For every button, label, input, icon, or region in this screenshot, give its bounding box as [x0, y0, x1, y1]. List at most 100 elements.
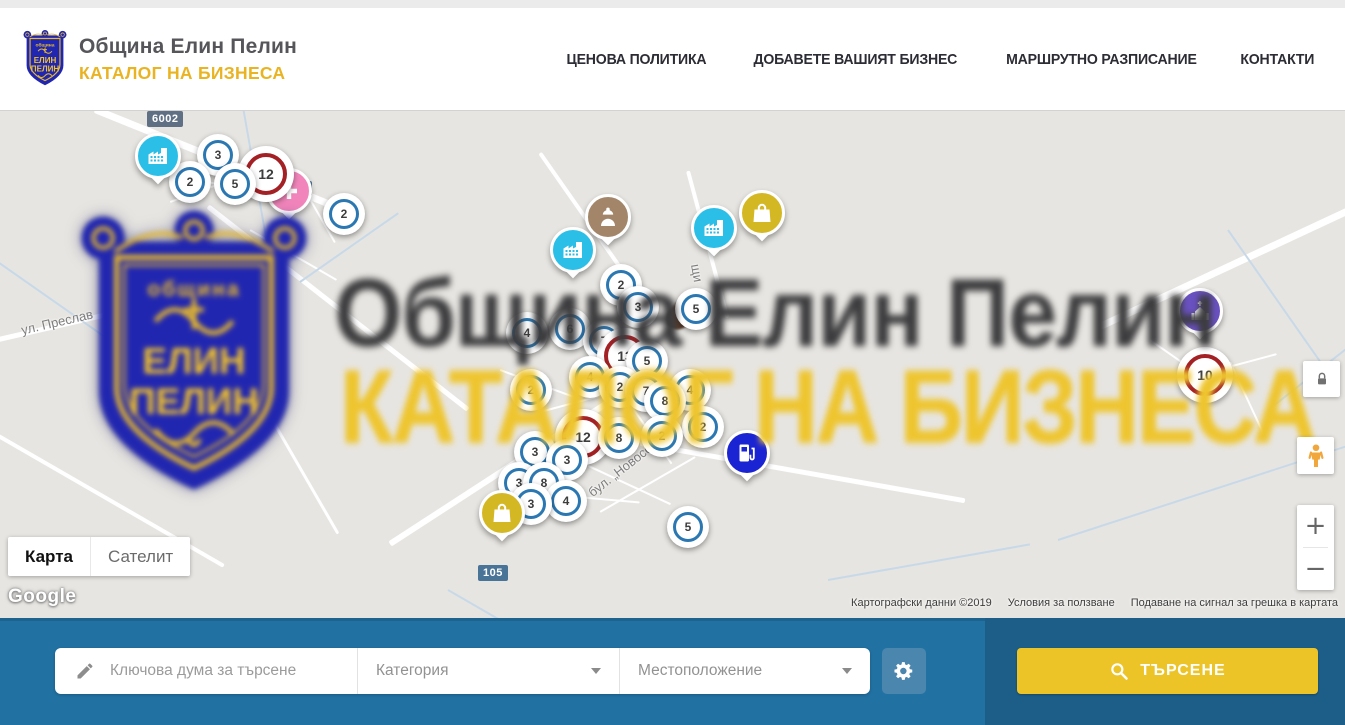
cluster-count: 6 — [555, 314, 585, 344]
cluster-marker[interactable]: 2 — [641, 415, 683, 457]
svg-text:община: община — [35, 42, 54, 49]
cluster-marker[interactable]: 10 — [1177, 347, 1233, 403]
lock-button[interactable] — [1303, 361, 1340, 397]
cluster-count: 5 — [673, 512, 703, 542]
stream-line — [1227, 229, 1335, 382]
brand-logo[interactable]: община ЕЛИН ПЕЛИН Община Елин Пелин КАТА… — [22, 28, 297, 90]
road-number-badge: 105 — [478, 565, 508, 581]
location-value: Местоположение — [638, 662, 762, 680]
keyword-field[interactable] — [55, 648, 358, 694]
cluster-marker[interactable]: 2 — [510, 369, 552, 411]
poi-marker-factory[interactable] — [550, 227, 596, 287]
svg-text:ЕЛИН: ЕЛИН — [142, 340, 245, 381]
shopping-bag-icon — [739, 190, 785, 236]
road-line — [237, 360, 340, 535]
poi-marker-factory[interactable] — [691, 205, 737, 265]
factory-icon — [550, 227, 596, 273]
search-button-label: ТЪРСЕНЕ — [1140, 662, 1225, 680]
cluster-marker[interactable]: 5 — [675, 288, 717, 330]
watermark-subtitle: КАТАЛОГ НА БИЗНЕСА — [340, 347, 1315, 467]
cluster-count: 2 — [688, 412, 718, 442]
cluster-marker[interactable]: 8 — [598, 417, 640, 459]
svg-text:ПЕЛИН: ПЕЛИН — [129, 381, 259, 422]
cluster-count: 3 — [623, 292, 653, 322]
keyword-input[interactable] — [108, 661, 357, 681]
page: община ЕЛИН ПЕЛИН Община Елин Пелин КАТА… — [0, 0, 1345, 725]
search-button[interactable]: ТЪРСЕНЕ — [1017, 648, 1318, 694]
road-line — [640, 441, 966, 503]
attribution-data: Картографски данни ©2019 — [851, 597, 992, 609]
watermark-emblem: община ЕЛИН ПЕЛИН — [78, 211, 310, 503]
fuel-pump-icon — [724, 430, 770, 476]
street-label: щи — [688, 263, 706, 283]
google-logo[interactable]: Google — [8, 586, 76, 608]
shopping-bag-icon — [479, 490, 525, 536]
search-icon — [1109, 661, 1129, 681]
cluster-count: 10 — [1184, 354, 1226, 396]
stream-line — [828, 543, 1030, 581]
pegman-icon — [1305, 443, 1327, 469]
settings-button[interactable] — [882, 648, 926, 694]
cluster-count: 5 — [681, 294, 711, 324]
poi-marker-fuel-pump[interactable] — [724, 430, 770, 490]
cluster-count: 5 — [220, 169, 250, 199]
cluster-count: 2 — [329, 199, 359, 229]
poi-marker-shopping-bag[interactable] — [479, 490, 525, 550]
road-line — [1229, 362, 1265, 435]
road-line — [0, 283, 234, 344]
cluster-count: 2 — [516, 375, 546, 405]
nav-item-route-schedule[interactable]: МАРШРУТНО РАЗПИСАНИЕ — [1006, 51, 1197, 68]
cluster-count: 4 — [512, 318, 542, 348]
watermark-title: Община Елин Пелин — [334, 257, 1216, 369]
cluster-count: 8 — [650, 386, 680, 416]
map-type-button-satellite[interactable]: Сателит — [90, 537, 190, 576]
nav-item-contacts[interactable]: КОНТАКТИ — [1241, 51, 1315, 68]
church-icon — [1177, 288, 1223, 334]
attribution-terms-link[interactable]: Условия за ползване — [1008, 597, 1115, 609]
zoom-control: + − — [1297, 505, 1334, 590]
location-select[interactable]: Местоположение — [620, 648, 870, 694]
cluster-count: 4 — [551, 486, 581, 516]
map-type-button-map[interactable]: Карта — [8, 537, 90, 576]
chevron-down-icon — [591, 668, 601, 674]
top-strip — [0, 0, 1345, 8]
street-label: ул. Преслав — [20, 306, 95, 337]
main-nav: ЦЕНОВА ПОЛИТИКА ДОБАВЕТЕ ВАШИЯТ БИЗНЕС М… — [562, 51, 1317, 68]
nav-item-pricing[interactable]: ЦЕНОВА ПОЛИТИКА — [567, 51, 707, 68]
map-type-control: Карта Сателит — [8, 537, 190, 576]
cluster-marker[interactable]: 5 — [214, 163, 256, 205]
search-box: Категория Местоположение — [55, 648, 870, 694]
municipal-emblem-icon: община ЕЛИН ПЕЛИН — [22, 28, 68, 90]
road-line — [206, 205, 469, 412]
gear-icon — [893, 660, 915, 682]
poi-marker-church[interactable] — [1177, 288, 1223, 348]
category-value: Категория — [376, 662, 448, 680]
cluster-count: 8 — [604, 423, 634, 453]
cluster-marker[interactable]: 5 — [667, 506, 709, 548]
category-select[interactable]: Категория — [358, 648, 620, 694]
search-bar: Категория Местоположение ТЪРСЕНЕ — [0, 618, 1345, 725]
cluster-marker[interactable]: 2 — [682, 406, 724, 448]
map-attribution: Картографски данни ©2019 Условия за полз… — [851, 597, 1338, 609]
cluster-marker[interactable]: 2 — [323, 193, 365, 235]
poi-marker-shopping-bag[interactable] — [739, 190, 785, 250]
stream-line — [448, 589, 592, 618]
pencil-icon — [75, 661, 95, 681]
poi-marker-factory[interactable] — [135, 133, 181, 193]
lock-icon — [1314, 371, 1330, 387]
zoom-in-button[interactable]: + — [1297, 505, 1334, 547]
svg-text:ЕЛИН: ЕЛИН — [34, 56, 57, 65]
site-title: Община Елин Пелин — [79, 35, 297, 59]
chevron-down-icon — [842, 668, 852, 674]
site-subtitle: КАТАЛОГ НА БИЗНЕСА — [79, 63, 297, 83]
zoom-out-button[interactable]: − — [1297, 548, 1334, 590]
nav-item-add-business[interactable]: ДОБАВЕТЕ ВАШИЯТ БИЗНЕС — [753, 51, 957, 68]
map-canvas[interactable]: ул. Преславбул. „Новоселщи60021053122522… — [0, 111, 1345, 618]
factory-icon — [691, 205, 737, 251]
header: община ЕЛИН ПЕЛИН Община Елин Пелин КАТА… — [0, 8, 1345, 111]
street-view-pegman-button[interactable] — [1297, 437, 1334, 474]
brand-text: Община Елин Пелин КАТАЛОГ НА БИЗНЕСА — [79, 35, 297, 82]
cluster-marker[interactable]: 3 — [617, 286, 659, 328]
cluster-marker[interactable]: 4 — [506, 312, 548, 354]
attribution-report-link[interactable]: Подаване на сигнал за грешка в картата — [1131, 597, 1338, 609]
